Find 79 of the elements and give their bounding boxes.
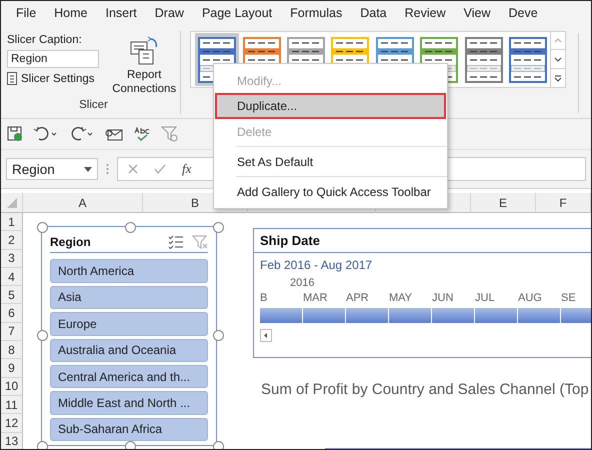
resize-handle[interactable]: [125, 222, 136, 233]
row-header[interactable]: 9: [1, 359, 23, 378]
row-header[interactable]: 8: [1, 341, 23, 360]
resize-handle[interactable]: [213, 330, 224, 341]
year-label: 2016: [290, 277, 316, 289]
row-header[interactable]: 6: [1, 304, 23, 323]
group-label: Slicer: [78, 99, 109, 113]
spelling-icon[interactable]: [133, 126, 151, 142]
report-connections-button[interactable]: Report Connections: [108, 34, 180, 99]
menu-tab[interactable]: Insert: [96, 2, 146, 26]
menu-tab[interactable]: Home: [45, 2, 96, 26]
scroll-left-icon[interactable]: [260, 329, 272, 342]
resize-handle[interactable]: [213, 222, 224, 233]
multi-select-icon[interactable]: [168, 234, 184, 249]
dropdown-icon: [84, 166, 92, 172]
caption-label: Slicer Caption:: [7, 34, 83, 46]
row-header[interactable]: 10: [1, 378, 23, 396]
caption-field[interactable]: Region: [7, 50, 99, 68]
month-label: MAY: [389, 292, 414, 304]
menu-tab[interactable]: File: [7, 2, 46, 26]
resize-handle[interactable]: [37, 441, 48, 449]
save-icon[interactable]: [7, 126, 23, 142]
month-label: APR: [346, 292, 370, 304]
slicer-item[interactable]: Australia and Oceania: [50, 338, 208, 362]
month-label: AUG: [518, 292, 543, 304]
menu-tab[interactable]: Formulas: [281, 2, 352, 26]
timeline-slicer[interactable]: Ship Date Feb 2016 - Aug 2017 2016 B MAR APR MAY JUN JUL AUG SE: [253, 228, 591, 358]
row-header[interactable]: 1: [1, 213, 23, 232]
slicer-item[interactable]: North America: [50, 259, 208, 283]
month-label: B: [260, 292, 268, 304]
column-header[interactable]: E: [471, 193, 536, 213]
resize-handle[interactable]: [37, 222, 48, 233]
month-label: JUL: [475, 292, 496, 304]
menu-tab[interactable]: View: [454, 2, 500, 26]
undo-icon[interactable]: [33, 127, 59, 141]
menu-tab[interactable]: Data: [351, 2, 396, 26]
row-header[interactable]: 5: [1, 286, 23, 304]
row-header[interactable]: 3: [1, 250, 23, 268]
menu-tab[interactable]: Review: [396, 2, 455, 26]
slicer-item[interactable]: Middle East and North ...: [50, 391, 208, 415]
menu-item[interactable]: Duplicate...: [215, 93, 446, 119]
slicer-title: Region: [50, 234, 92, 249]
settings-icon: [7, 72, 17, 85]
chevron-up-icon: [554, 38, 562, 42]
resize-handle[interactable]: [37, 330, 48, 341]
resize-handle[interactable]: [213, 441, 224, 449]
name-box[interactable]: Region: [6, 158, 98, 180]
slicer-item[interactable]: Sub-Saharan Africa: [50, 418, 208, 441]
slicer-item[interactable]: Central America and th...: [50, 364, 208, 388]
envelope-icon[interactable]: [105, 127, 123, 141]
filter-icon[interactable]: [161, 126, 179, 142]
insert-function-button[interactable]: fx: [182, 161, 192, 177]
redo-icon[interactable]: [69, 127, 95, 141]
column-header[interactable]: F: [536, 193, 591, 213]
chevron-down-icon: [554, 56, 562, 62]
chart-title: Sum of Profit by Country and Sales Channel (Top: [261, 381, 589, 398]
slicer-settings-button[interactable]: Slicer Settings: [7, 72, 102, 85]
row-header[interactable]: 13: [1, 432, 23, 449]
timeline-title: Ship Date: [254, 233, 591, 253]
slicer-item[interactable]: Asia: [50, 286, 208, 310]
menu-tab[interactable]: Deve: [500, 2, 547, 26]
expand-icon: [554, 74, 562, 82]
month-label: MAR: [303, 292, 328, 304]
menu-tab[interactable]: Draw: [146, 2, 193, 26]
drag-handle-icon: [106, 163, 109, 175]
date-range: Feb 2016 - Aug 2017: [260, 258, 374, 272]
slicer-item[interactable]: Europe: [50, 312, 208, 336]
row-header[interactable]: 7: [1, 322, 23, 342]
timeline-bar[interactable]: [260, 308, 591, 323]
row-header[interactable]: 11: [1, 396, 23, 414]
row-header[interactable]: 12: [1, 414, 23, 433]
row-header[interactable]: 2: [1, 231, 23, 250]
triangle-icon: [6, 198, 16, 208]
row-header[interactable]: 4: [1, 268, 23, 286]
month-label: JUN: [432, 292, 454, 304]
column-header[interactable]: A: [23, 193, 143, 213]
menu-tab[interactable]: Page Layout: [192, 2, 282, 26]
month-label: SE: [561, 292, 577, 304]
region-slicer[interactable]: Region North America Asia Europe Australia and Oceania Central America and th... Middle East and North ... Sub-Saharan Africa: [41, 226, 217, 446]
